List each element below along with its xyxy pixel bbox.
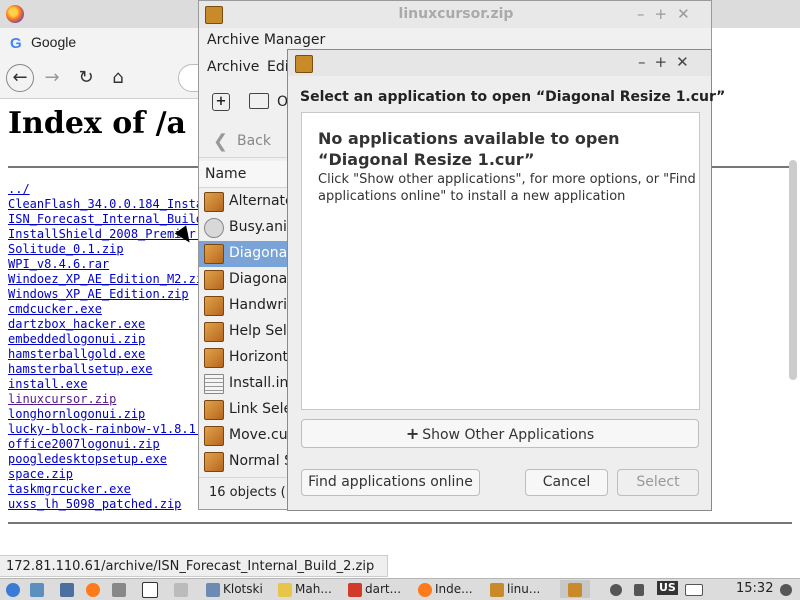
dialog-heading: Select an application to open “Diagonal … [300,89,726,105]
file-link[interactable]: WPI_v8.4.6.rar [8,257,208,272]
file-link[interactable]: longhornlogonui.zip [8,407,208,422]
file-link[interactable]: taskmgrcucker.exe [8,482,208,497]
file-link[interactable]: hamsterballgold.exe [8,347,208,362]
cursor-file-icon [204,322,224,342]
file-link[interactable]: lucky-block-rainbow-v1.8.1.zip [8,422,208,437]
firefox-icon[interactable] [6,5,24,23]
add-files-icon[interactable]: + [212,93,230,111]
gear-icon [204,218,224,238]
taskbar-item-linuxcursor[interactable]: linu... [490,580,540,598]
volume-icon[interactable] [634,580,647,598]
reload-icon[interactable]: ↻ [72,64,100,92]
no-apps-hint: Click "Show other applications", for mor… [318,172,696,204]
link-status-bar: 172.81.110.61/archive/ISN_Forecast_Inter… [0,555,388,577]
start-menu-icon[interactable] [6,580,23,598]
file-name: Busy.ani [229,219,287,235]
file-link[interactable]: install.exe [8,377,208,392]
file-name: Diagonal [229,271,292,287]
scrollbar[interactable] [789,160,797,380]
file-link[interactable]: embeddedlogonui.zip [8,332,208,347]
menu-archive[interactable]: Archive [207,59,259,75]
window-title: linuxcursor.zip [398,6,514,22]
dialog-controls[interactable]: –+✕ [638,53,698,71]
cursor-file-icon [204,270,224,290]
cancel-button[interactable]: Cancel [525,469,608,496]
no-apps-title: No applications available to open “Diago… [318,129,620,169]
file-link[interactable]: cmdcucker.exe [8,302,208,317]
cursor-file-icon [204,296,224,316]
forward-arrow-icon[interactable]: → [38,64,66,92]
show-desktop-icon[interactable] [142,580,161,598]
cursor-file-icon [204,452,224,472]
file-link[interactable]: poogledesktopsetup.exe [8,452,208,467]
open-with-dialog: –+✕ Select an application to open “Diago… [287,49,725,511]
tab-title: Google [31,34,77,50]
show-other-applications-button[interactable]: + Show Other Applications [301,419,699,448]
file-link[interactable]: space.zip [8,467,208,482]
cursor-file-icon [204,426,224,446]
taskbar-item-dart[interactable]: dart... [348,580,401,598]
file-name: Diagonal [229,245,292,261]
cursor-file-icon [204,400,224,420]
files-icon[interactable] [30,580,47,598]
settings-icon[interactable] [60,580,77,598]
cursor-file-icon [204,192,224,212]
file-link[interactable]: Solitude_0.1.zip [8,242,208,257]
menu-edit[interactable]: Edi [267,59,289,75]
file-link[interactable]: linuxcursor.zip [8,392,208,407]
column-name[interactable]: Name [205,166,246,182]
back-chevron-icon[interactable]: ❮ [213,131,228,152]
file-link[interactable]: office2007logonui.zip [8,437,208,452]
taskbar-item-mahjongg[interactable]: Mah... [278,580,332,598]
bluetooth-icon[interactable] [610,580,625,598]
file-link[interactable]: ISN_Forecast_Internal_Build_2.zip [8,212,208,227]
app-name: Archive Manager [207,32,326,48]
find-applications-online-button[interactable]: Find applications online [301,469,480,496]
page-title: Index of /a [8,106,186,141]
file-link[interactable]: uxss_lh_5098_patched.zip [8,497,208,512]
file-name: Normal S [229,453,293,469]
cursor-file-icon [204,244,224,264]
plus-icon: + [405,424,420,443]
file-link[interactable]: Windows_XP_AE_Edition.zip [8,287,208,302]
show-other-label: Show Other Applications [422,427,595,443]
google-favicon-icon: G [10,35,22,52]
power-icon[interactable] [780,580,795,598]
archive-icon [295,55,313,73]
keyboard-icon[interactable] [685,580,706,598]
file-link[interactable]: Windoez_XP_AE_Edition_M2.zip [8,272,208,287]
back-arrow-icon[interactable]: ← [6,64,34,92]
file-name: Link Sele [229,401,293,417]
taskbar-item-dialog[interactable] [560,580,590,598]
workspace-icon[interactable] [174,580,191,598]
file-link[interactable]: CleanFlash_34.0.0.184_Installer.exe [8,197,208,212]
file-name: Handwrit [229,297,293,313]
select-button[interactable]: Select [617,469,699,496]
taskbar-item-index[interactable]: Inde... [418,580,473,598]
keyboard-layout-indicator[interactable]: US [657,581,678,595]
file-link[interactable]: ../ [8,182,208,197]
divider [8,522,792,524]
back-button[interactable]: Back [237,133,271,149]
document-icon [204,374,224,394]
taskbar-item-klotski[interactable]: Klotski [206,580,263,598]
file-link[interactable]: dartzbox_hacker.exe [8,317,208,332]
file-name: Alternate [229,193,294,209]
status-text: 16 objects ( [209,485,286,500]
file-name: Horizont [229,349,289,365]
folder-icon[interactable] [112,580,129,598]
window-controls[interactable]: –+✕ [637,5,700,23]
file-link[interactable]: hamsterballsetup.exe [8,362,208,377]
file-name: Move.cur [229,427,294,443]
file-name: Install.in [229,375,289,391]
home-icon[interactable]: ⌂ [104,64,132,92]
clock[interactable]: 15:32 [736,580,773,598]
browser-launcher-icon[interactable] [86,580,103,598]
cursor-file-icon [204,348,224,368]
extract-icon[interactable] [249,93,269,109]
file-name: Help Sele [229,323,296,339]
